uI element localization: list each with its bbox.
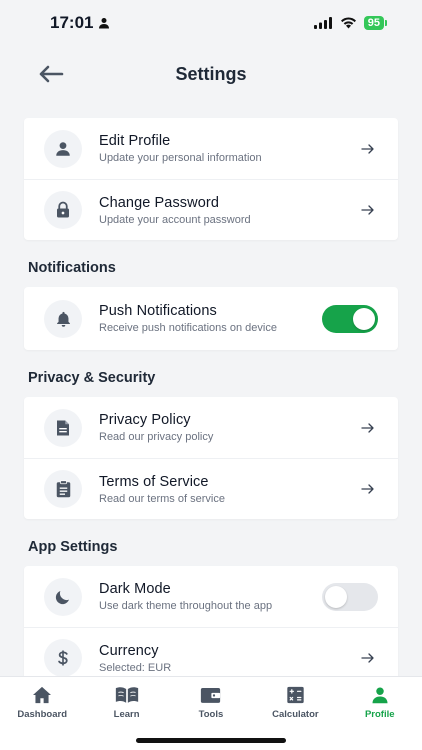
terms-of-service-icon-container: [44, 470, 82, 508]
currency-title: Currency: [99, 642, 159, 659]
status-time-group: 17:01: [50, 13, 110, 33]
clipboard-icon: [56, 480, 70, 498]
notifications-card: Push Notifications Receive push notifica…: [24, 287, 398, 350]
app-settings-card: Dark Mode Use dark theme throughout the …: [24, 566, 398, 688]
bell-icon: [56, 311, 70, 327]
push-notifications-title: Push Notifications: [99, 303, 217, 319]
terms-of-service-row[interactable]: Terms of Service Read our terms of servi…: [24, 458, 398, 519]
account-card: Edit Profile Update your personal inform…: [24, 118, 398, 240]
status-bar: 17:01 95: [0, 0, 422, 46]
push-notifications-icon-container: [44, 299, 82, 338]
home-indicator: [136, 738, 286, 743]
edit-profile-subtitle: Update your personal information: [99, 152, 262, 164]
person-icon: [372, 687, 388, 704]
status-time: 17:01: [50, 13, 94, 32]
change-password-row[interactable]: Change Password Update your account pass…: [24, 179, 398, 240]
header: Settings: [0, 52, 422, 96]
book-icon: [115, 687, 138, 703]
privacy-policy-subtitle: Read our privacy policy: [99, 431, 214, 443]
privacy-policy-text: Privacy Policy Read our privacy policy: [99, 411, 358, 444]
privacy-section-title: Privacy & Security: [28, 370, 156, 386]
edit-profile-row[interactable]: Edit Profile Update your personal inform…: [24, 118, 398, 179]
dark-mode-toggle[interactable]: [322, 582, 378, 611]
currency-text: Currency Selected: EUR: [99, 642, 358, 675]
currency-subtitle: Selected: EUR: [99, 661, 172, 674]
home-icon: [33, 686, 52, 704]
lock-icon: [57, 201, 69, 218]
privacy-policy-icon-container: [44, 408, 82, 447]
currency-icon-container: [44, 639, 82, 677]
edit-profile-title: Edit Profile: [99, 133, 171, 149]
dark-mode-subtitle: Use dark theme throughout the app: [99, 600, 273, 612]
wifi-icon: [340, 17, 356, 29]
change-password-text: Change Password Update your account pass…: [99, 194, 358, 227]
calculator-icon: [287, 686, 304, 704]
terms-of-service-text: Terms of Service Read our terms of servi…: [99, 473, 358, 506]
toggle-knob: [353, 307, 375, 330]
arrow-right-icon: [358, 422, 378, 433]
dollar-icon: [58, 650, 68, 666]
wallet-icon: [201, 688, 221, 703]
privacy-card: Privacy Policy Read our privacy policy T…: [24, 397, 398, 519]
page-title: Settings: [175, 63, 247, 84]
arrow-right-icon: [358, 484, 378, 494]
arrow-left-icon: [39, 65, 64, 83]
push-notifications-toggle[interactable]: [322, 304, 378, 333]
dark-mode-text: Dark Mode Use dark theme throughout the …: [99, 580, 322, 613]
tab-label: Calculator: [272, 709, 319, 720]
notifications-section-title: Notifications: [28, 260, 116, 276]
push-notifications-row: Push Notifications Receive push notifica…: [24, 287, 398, 350]
edit-profile-text: Edit Profile Update your personal inform…: [99, 132, 358, 165]
dark-mode-title: Dark Mode: [99, 581, 171, 597]
change-password-icon-container: [44, 191, 82, 229]
battery-level: 95: [367, 17, 380, 29]
dark-mode-row: Dark Mode Use dark theme throughout the …: [24, 566, 398, 627]
privacy-policy-row[interactable]: Privacy Policy Read our privacy policy: [24, 397, 398, 458]
tab-profile[interactable]: Profile: [338, 677, 422, 750]
tab-dashboard[interactable]: Dashboard: [0, 677, 84, 750]
battery-indicator: 95: [363, 16, 388, 30]
person-status-icon: [99, 18, 110, 29]
back-button[interactable]: [36, 60, 66, 88]
arrow-right-icon: [358, 143, 378, 154]
person-icon: [56, 141, 70, 156]
tab-label: Profile: [364, 709, 395, 720]
dark-mode-icon-container: [44, 577, 82, 616]
settings-content: Edit Profile Update your personal inform…: [24, 118, 398, 688]
terms-of-service-title: Terms of Service: [99, 473, 209, 490]
moon-icon: [55, 590, 69, 604]
push-notifications-subtitle: Receive push notifications on device: [99, 322, 277, 334]
arrow-right-icon: [358, 653, 378, 663]
tab-label: Learn: [113, 709, 140, 720]
arrow-right-icon: [358, 205, 378, 215]
change-password-title: Change Password: [99, 194, 219, 211]
app-settings-section-title: App Settings: [28, 539, 118, 555]
change-password-subtitle: Update your account password: [99, 213, 251, 226]
toggle-knob: [325, 585, 347, 608]
tab-label: Dashboard: [17, 709, 67, 720]
push-notifications-text: Push Notifications Receive push notifica…: [99, 302, 322, 335]
terms-of-service-subtitle: Read our terms of service: [99, 492, 225, 505]
cellular-signal-icon: [313, 17, 332, 29]
document-icon: [57, 420, 69, 435]
privacy-policy-title: Privacy Policy: [99, 412, 191, 428]
status-right: 95: [313, 16, 388, 30]
edit-profile-icon-container: [44, 129, 82, 168]
tab-label: Tools: [198, 709, 224, 720]
